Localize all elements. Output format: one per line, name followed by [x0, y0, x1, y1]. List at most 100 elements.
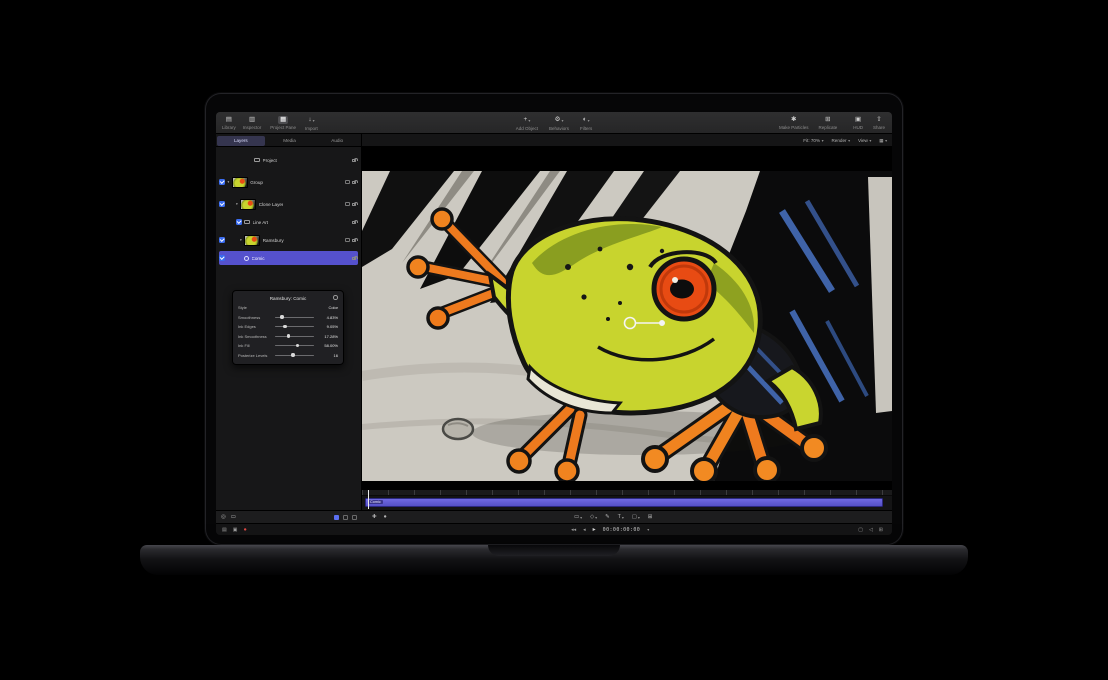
grid-tool-button[interactable]: ⊞ [648, 514, 653, 520]
slider-knob[interactable] [291, 353, 294, 356]
anchor-tool-button[interactable]: ● [384, 514, 387, 520]
camera-icon[interactable] [345, 180, 350, 184]
replicate-button[interactable]: ⊞ Replicate [817, 112, 838, 134]
lock-icon[interactable] [352, 159, 356, 162]
ink-smoothness-slider[interactable] [275, 336, 314, 337]
fit-zoom-dropdown[interactable]: Fit: 70% ▾ [803, 138, 823, 143]
replicate-label: Replicate [818, 125, 837, 130]
play-button[interactable]: ▸ [593, 526, 596, 533]
monitor-icon[interactable]: ▢ [858, 527, 863, 533]
clone-thumbnail [240, 199, 256, 210]
lock-icon[interactable] [352, 203, 356, 206]
make-particles-icon: ✱ [791, 116, 796, 124]
rect-select-icon: ▭ [574, 514, 579, 520]
make-particles-button[interactable]: ✱ Make Particles [778, 112, 810, 134]
mask-tool-button[interactable]: ▢ ▾ [632, 514, 640, 520]
layer-row-project[interactable]: Project [219, 153, 358, 167]
library-button[interactable]: ▤ Library [221, 112, 237, 134]
layer-icon [244, 220, 250, 225]
hud-button[interactable]: ▣ HUD [852, 112, 864, 134]
main-toolbar: ▤ Library ▥ Inspector ▦ Project Pane [216, 112, 892, 134]
timeline-ruler[interactable] [362, 490, 892, 496]
audio-pane-toggle-icon[interactable] [352, 515, 357, 520]
hud-row-ink-smoothness: Ink Smoothness 17.28% [238, 332, 338, 342]
rect-select-tool-button[interactable]: ▭ ▾ [574, 514, 582, 520]
filters-button[interactable]: ◐ ▾ Filters [579, 112, 593, 134]
camera-icon[interactable] [345, 238, 350, 242]
ink-fill-slider[interactable] [275, 345, 314, 346]
ink-edges-slider[interactable] [275, 326, 314, 327]
import-icon: ↓ [308, 116, 311, 124]
layer-row-line-art[interactable]: Line Art [219, 215, 358, 229]
tab-media[interactable]: Media [266, 134, 314, 147]
rewind-button[interactable]: ◂◂ [571, 527, 576, 533]
tab-layers[interactable]: Layers [217, 136, 265, 146]
layers-pane-toggle-icon[interactable] [334, 515, 339, 520]
panel-tabs: Layers Media Audio [216, 134, 362, 147]
inspector-icon: ▥ [249, 116, 255, 124]
camera-icon[interactable]: ▣ [233, 527, 238, 533]
slider-knob[interactable] [296, 344, 299, 347]
timeline-clip-bar[interactable]: Comic [365, 498, 883, 507]
render-dropdown[interactable]: Render ▾ [831, 138, 849, 143]
posterize-slider[interactable] [275, 355, 314, 356]
pen-tool-button[interactable]: ✎ [605, 514, 610, 520]
lock-icon[interactable] [352, 239, 356, 242]
grid-overlay-icon[interactable]: ⊞ [879, 527, 883, 533]
smoothness-slider[interactable] [275, 317, 314, 318]
lock-icon[interactable] [352, 181, 356, 184]
pen-icon: ✎ [605, 514, 610, 520]
lock-icon[interactable] [352, 221, 356, 224]
add-object-label: Add Object [516, 126, 538, 131]
slider-knob[interactable] [280, 315, 283, 318]
inspector-button[interactable]: ▥ Inspector [242, 112, 263, 134]
add-object-button[interactable]: + ▾ Add Object [515, 112, 539, 134]
mixer-icon[interactable]: ▤ [222, 527, 227, 533]
layer-row-ramsbury[interactable]: ▾ Ramsbury [219, 233, 358, 247]
record-button[interactable]: ● [243, 527, 246, 533]
disclosure-triangle-icon[interactable]: ▾ [240, 238, 242, 242]
import-button[interactable]: ↓ ▾ Import [304, 112, 319, 134]
tab-audio[interactable]: Audio [313, 134, 361, 147]
param-label: Ink Edges [238, 324, 272, 329]
layer-row-group[interactable]: ▾ Group [219, 175, 358, 189]
camera-icon[interactable] [345, 202, 350, 206]
style-popup[interactable]: Color [317, 305, 338, 310]
view-dropdown[interactable]: View ▾ [858, 138, 871, 143]
ramsbury-checkbox[interactable] [219, 237, 225, 243]
layer-row-comic-filter[interactable]: Comic [219, 251, 358, 265]
layout-dropdown[interactable]: ▦ ▾ [879, 138, 887, 144]
timeline-pane-toggle-icon[interactable] [343, 515, 348, 520]
layer-row-clone-layer[interactable]: ▾ Clone Layer [219, 197, 358, 211]
playhead[interactable] [368, 490, 369, 509]
step-back-button[interactable]: ◂ [583, 527, 586, 533]
audio-mute-icon[interactable]: ◁ [869, 527, 873, 533]
frame-icon[interactable]: ▭ [231, 514, 236, 520]
lock-icon[interactable] [352, 257, 356, 260]
canvas-viewport[interactable] [362, 147, 892, 489]
share-button[interactable]: ⇧ Share [872, 112, 886, 134]
search-icon[interactable]: ◎ [221, 514, 226, 520]
share-icon: ⇧ [876, 116, 881, 124]
slider-knob[interactable] [287, 334, 290, 337]
disclosure-triangle-icon[interactable]: ▾ [236, 202, 238, 206]
comic-checkbox[interactable] [219, 255, 225, 261]
render-label: Render [831, 138, 846, 143]
library-icon: ▤ [226, 116, 232, 124]
clone-checkbox[interactable] [219, 201, 225, 207]
info-icon[interactable] [333, 295, 338, 300]
transform-tool-button[interactable]: ✚ [372, 514, 377, 520]
slider-knob[interactable] [283, 325, 286, 328]
shape-tool-button[interactable]: ◇ ▾ [590, 514, 597, 520]
filters-icon: ◐ [583, 116, 587, 124]
text-tool-button[interactable]: T ▾ [618, 514, 624, 520]
line-art-checkbox[interactable] [236, 219, 242, 225]
param-label: Style [238, 305, 272, 310]
project-pane-button[interactable]: ▦ Project Pane [269, 112, 297, 134]
hud-panel[interactable]: Ramsbury: Comic Style Color Smoothness 4… [232, 290, 344, 365]
group-checkbox[interactable] [219, 179, 225, 185]
behaviors-button[interactable]: ⚙ ▾ Behaviors [548, 112, 570, 134]
transport-bar: ▤ ▣ ● ◂◂ ◂ ▸ 00:00:00:00 ▾ ▢ ◁ ⊞ [216, 523, 892, 535]
inspector-label: Inspector [243, 125, 262, 130]
disclosure-triangle-icon[interactable]: ▾ [228, 180, 230, 184]
